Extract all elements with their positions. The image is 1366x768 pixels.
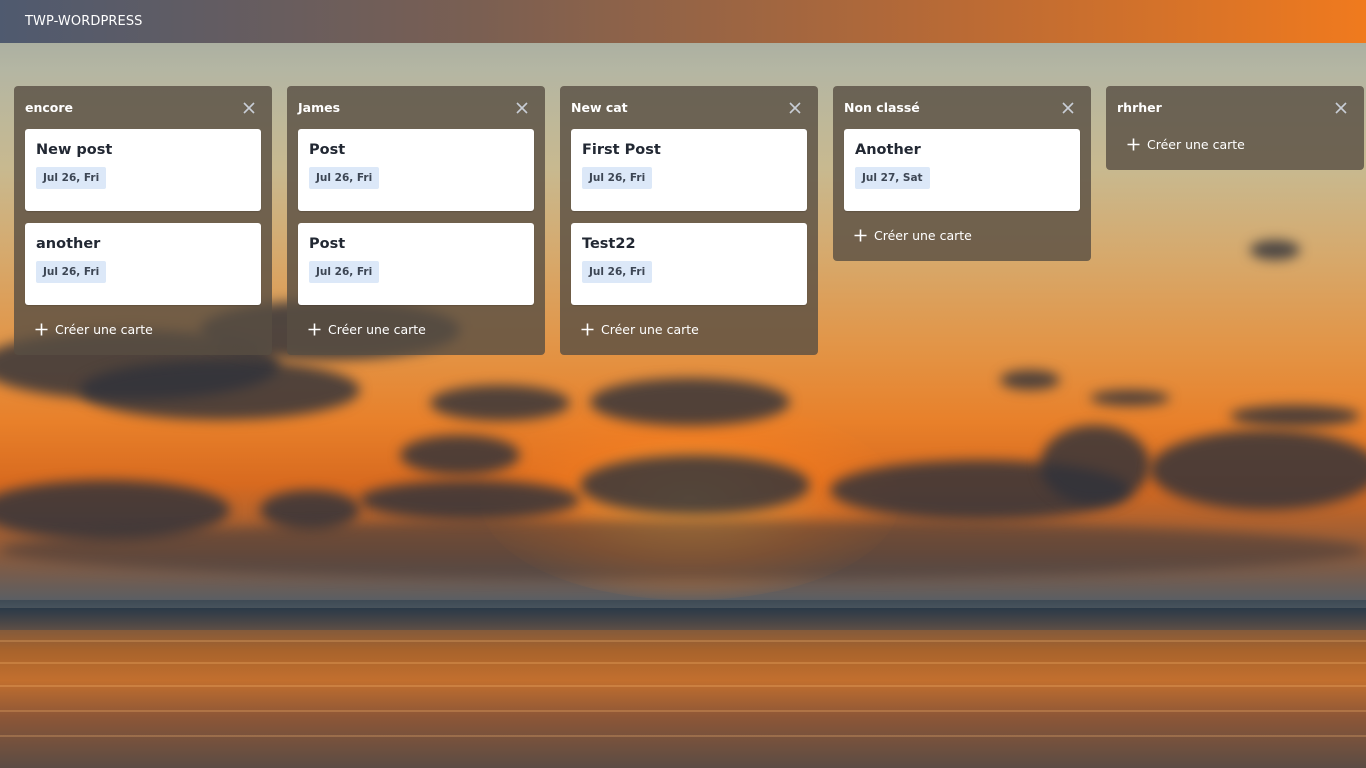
cloud [590,378,790,426]
plus-icon [308,323,321,335]
cloud [1090,390,1170,406]
plus-icon [581,323,594,335]
list-header: James [298,86,534,129]
card[interactable]: another Jul 26, Fri [25,223,261,305]
cloud [80,360,360,420]
list-header: Non classé [844,86,1080,129]
add-card-label: Créer une carte [601,321,699,337]
date-badge: Jul 26, Fri [582,167,653,189]
board: encore New post Jul 26, Fri another Jul … [14,86,1364,355]
list-title[interactable]: New cat [571,100,628,115]
close-icon[interactable] [239,98,259,118]
card[interactable]: Another Jul 27, Sat [844,129,1080,211]
date-badge: Jul 26, Fri [582,261,653,283]
add-card-label: Créer une carte [874,227,972,243]
list-header: encore [25,86,261,129]
date-badge: Jul 26, Fri [36,167,107,189]
date-badge: Jul 26, Fri [309,261,380,283]
cloud [1150,430,1366,510]
list-title[interactable]: rhrher [1117,100,1162,115]
cloud [430,385,570,421]
list-title[interactable]: encore [25,100,73,115]
cloud [1000,370,1060,390]
card[interactable]: Test22 Jul 26, Fri [571,223,807,305]
app-title[interactable]: TWP-WORDPRESS [25,14,143,29]
add-card-label: Créer une carte [1147,136,1245,152]
add-card-label: Créer une carte [55,321,153,337]
close-icon[interactable] [1058,98,1078,118]
card-title: First Post [582,142,661,158]
card-title: Test22 [582,236,636,252]
sea-reflection [0,685,1366,687]
list-column: Non classé Another Jul 27, Sat Créer une… [833,86,1091,261]
sea-reflection [0,735,1366,737]
list-header: rhrher [1117,86,1353,129]
date-badge: Jul 26, Fri [309,167,380,189]
close-icon[interactable] [512,98,532,118]
cloud [0,520,1366,580]
cloud [360,480,580,520]
horizon [0,608,1366,630]
date-badge: Jul 27, Sat [855,167,930,189]
app-header: TWP-WORDPRESS [0,0,1366,43]
card[interactable]: First Post Jul 26, Fri [571,129,807,211]
card[interactable]: Post Jul 26, Fri [298,223,534,305]
card-title: Post [309,236,346,252]
sea-reflection [0,710,1366,712]
sea-reflection [0,662,1366,664]
cloud [1040,425,1150,505]
plus-icon [35,323,48,335]
card-title: Another [855,142,921,158]
sea-reflection [0,640,1366,642]
card[interactable]: Post Jul 26, Fri [298,129,534,211]
list-title[interactable]: Non classé [844,100,920,115]
card-title: New post [36,142,113,158]
close-icon[interactable] [1331,98,1351,118]
add-card-button[interactable]: Créer une carte [844,220,1080,250]
card-title: Post [309,142,346,158]
list-column: James Post Jul 26, Fri Post Jul 26, Fri … [287,86,545,355]
list-column: New cat First Post Jul 26, Fri Test22 Ju… [560,86,818,355]
list-column: encore New post Jul 26, Fri another Jul … [14,86,272,355]
plus-icon [854,229,867,241]
card-title: another [36,236,101,252]
add-card-button[interactable]: Créer une carte [1117,129,1353,159]
list-title[interactable]: James [298,100,340,115]
add-card-button[interactable]: Créer une carte [571,314,807,344]
cloud [400,435,520,475]
add-card-label: Créer une carte [328,321,426,337]
plus-icon [1127,138,1140,150]
date-badge: Jul 26, Fri [36,261,107,283]
cloud [1230,405,1360,427]
list-header: New cat [571,86,807,129]
add-card-button[interactable]: Créer une carte [298,314,534,344]
cloud [580,455,810,515]
list-column: rhrher Créer une carte [1106,86,1364,170]
card[interactable]: New post Jul 26, Fri [25,129,261,211]
close-icon[interactable] [785,98,805,118]
add-card-button[interactable]: Créer une carte [25,314,261,344]
